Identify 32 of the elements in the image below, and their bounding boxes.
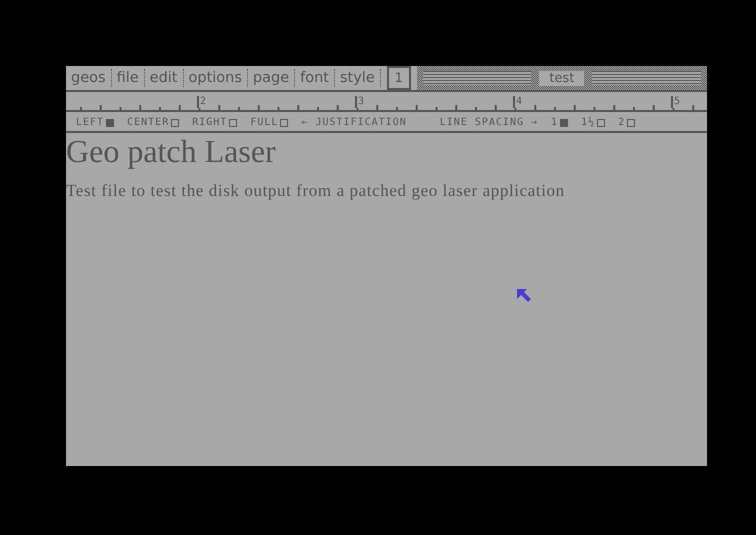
menu-item[interactable]: geos (66, 66, 111, 90)
menu-item[interactable]: edit (144, 66, 182, 90)
menu-item[interactable]: options (184, 66, 247, 90)
option-checkbox[interactable] (597, 118, 606, 126)
ruler-label: 2 (197, 96, 208, 108)
line-spacing-option[interactable]: 2 (618, 117, 636, 128)
justification-option[interactable]: LEFT (76, 117, 114, 128)
menu-item[interactable]: page (248, 66, 294, 90)
menu-item[interactable]: file (112, 66, 144, 90)
document-heading: Geo patch Laser (66, 133, 277, 169)
menu-item[interactable]: font (295, 66, 334, 90)
document-title: test (539, 70, 584, 86)
line-spacing-label: LINE SPACING → (440, 117, 538, 128)
option-checkbox[interactable] (106, 118, 114, 126)
justification-label: ← JUSTIFICATION (301, 117, 407, 128)
page-number[interactable]: 1 (386, 66, 411, 90)
line-spacing-option[interactable]: 1 (551, 117, 568, 128)
option-checkbox[interactable] (560, 118, 568, 126)
document-text: Test file to test the disk output from a patched geo laser application (66, 181, 566, 201)
option-checkbox[interactable] (229, 118, 238, 126)
menu-item[interactable]: style (334, 66, 380, 90)
justification-option[interactable]: RIGHT (192, 117, 238, 128)
option-checkbox[interactable] (280, 118, 288, 126)
option-checkbox[interactable] (627, 118, 636, 126)
ruler-label: 5 (671, 96, 682, 108)
pointer-icon (516, 288, 532, 304)
line-spacing-option[interactable]: 1½ (581, 117, 606, 128)
justification-option[interactable]: CENTER (127, 117, 180, 128)
ruler-label: 3 (355, 96, 366, 108)
option-checkbox[interactable] (171, 118, 180, 126)
justification-option[interactable]: FULL (250, 117, 288, 128)
ruler-label: 4 (513, 96, 524, 108)
